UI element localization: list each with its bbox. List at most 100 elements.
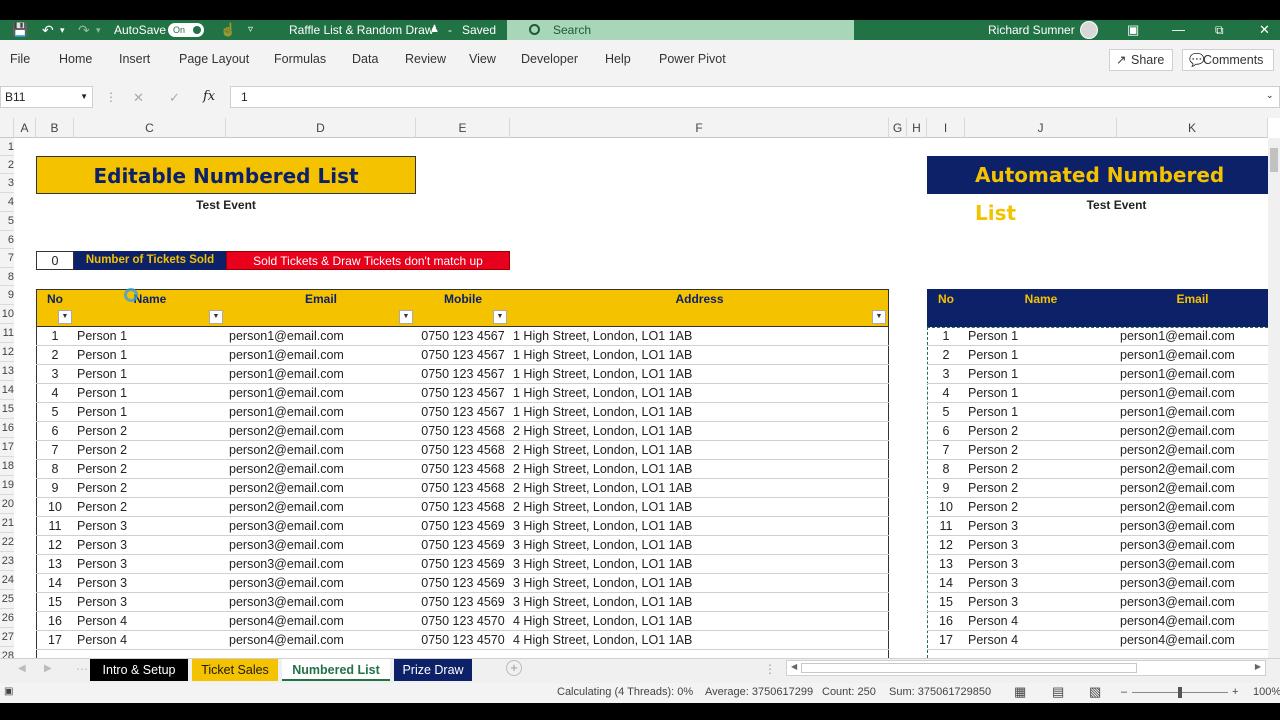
right-cell-no[interactable]: 4 — [927, 384, 965, 403]
right-header-name[interactable]: Name — [965, 292, 1117, 306]
expand-formula-bar-icon[interactable]: ⌄ — [1266, 90, 1274, 101]
column-header-j[interactable]: J — [965, 118, 1117, 138]
header-no[interactable]: No — [36, 292, 74, 306]
row-header[interactable]: 6 — [0, 231, 14, 249]
left-event-name[interactable]: Test Event — [36, 196, 416, 215]
cell-mobile[interactable]: 0750 123 4567 — [416, 384, 510, 403]
ribbon-display-icon[interactable]: ▣ — [1127, 20, 1139, 40]
row-header[interactable]: 2 — [0, 156, 14, 174]
cell-address[interactable]: 2 High Street, London, LO1 1AB — [510, 479, 889, 498]
cell-email[interactable]: person2@email.com — [226, 422, 416, 441]
right-cell-email[interactable]: person3@email.com — [1117, 593, 1268, 612]
cell-address[interactable]: 2 High Street, London, LO1 1AB — [510, 498, 889, 517]
row-header[interactable]: 9 — [0, 286, 14, 305]
right-cell-name[interactable]: Person 2 — [965, 460, 1117, 479]
right-cell-no[interactable]: 6 — [927, 422, 965, 441]
cell-no[interactable]: 9 — [36, 479, 74, 498]
row-header[interactable]: 16 — [0, 419, 14, 438]
sheet-tab-intro-setup[interactable]: Intro & Setup — [90, 659, 188, 681]
cell-email[interactable]: person3@email.com — [226, 555, 416, 574]
cell-no[interactable]: 3 — [36, 365, 74, 384]
cell-name[interactable]: Person 3 — [74, 536, 226, 555]
cell-name[interactable]: Person 1 — [74, 365, 226, 384]
row-header[interactable]: 17 — [0, 438, 14, 457]
right-cell-email[interactable]: person2@email.com — [1117, 479, 1268, 498]
save-icon[interactable]: 💾 — [12, 20, 28, 40]
right-cell-email[interactable]: person1@email.com — [1117, 403, 1268, 422]
right-cell-email[interactable]: person2@email.com — [1117, 422, 1268, 441]
right-cell-name[interactable]: Person 1 — [965, 327, 1117, 346]
right-cell-no[interactable]: 3 — [927, 365, 965, 384]
row-header[interactable]: 11 — [0, 324, 14, 343]
prev-sheet-icon[interactable]: ◀ — [18, 663, 26, 674]
cell-mobile[interactable]: 0750 123 4568 — [416, 479, 510, 498]
right-cell-no[interactable]: 11 — [927, 517, 965, 536]
tab-review[interactable]: Review — [405, 52, 446, 66]
row-header[interactable]: 13 — [0, 362, 14, 381]
zoom-slider[interactable] — [1132, 687, 1228, 698]
cell-mobile[interactable]: 0750 123 4569 — [416, 574, 510, 593]
scroll-right-icon[interactable]: ▶ — [1255, 662, 1261, 671]
cell-address[interactable]: 4 High Street, London, LO1 1AB — [510, 631, 889, 650]
right-cell-name[interactable]: Person 1 — [965, 365, 1117, 384]
cell-no[interactable]: 6 — [36, 422, 74, 441]
cell-address[interactable]: 3 High Street, London, LO1 1AB — [510, 574, 889, 593]
cell-address[interactable]: 2 High Street, London, LO1 1AB — [510, 441, 889, 460]
right-cell-no[interactable]: 10 — [927, 498, 965, 517]
right-cell-email[interactable]: person3@email.com — [1117, 574, 1268, 593]
cell-mobile[interactable]: 0750 123 4570 — [416, 612, 510, 631]
sheet-tab-prize-draw[interactable]: Prize Draw — [394, 659, 472, 681]
cell-address[interactable]: 3 High Street, London, LO1 1AB — [510, 555, 889, 574]
column-header-e[interactable]: E — [416, 118, 510, 138]
tab-developer[interactable]: Developer — [521, 52, 578, 66]
right-cell-name[interactable]: Person 4 — [965, 631, 1117, 650]
column-header-b[interactable]: B — [36, 118, 74, 138]
minimize-icon[interactable]: — — [1172, 20, 1185, 40]
right-cell-no[interactable]: 8 — [927, 460, 965, 479]
row-header[interactable]: 1 — [0, 138, 14, 156]
user-name[interactable]: Richard Sumner — [988, 20, 1075, 40]
right-cell-name[interactable]: Person 3 — [965, 517, 1117, 536]
row-header[interactable]: 26 — [0, 609, 14, 628]
customize-qat-icon[interactable]: ▿ — [248, 20, 253, 40]
cell-mobile[interactable]: 0750 123 4568 — [416, 422, 510, 441]
next-sheet-icon[interactable]: ▶ — [44, 663, 52, 674]
row-header[interactable]: 14 — [0, 381, 14, 400]
zoom-level[interactable]: 100% — [1253, 686, 1280, 698]
right-cell-name[interactable]: Person 2 — [965, 498, 1117, 517]
tab-home[interactable]: Home — [59, 52, 92, 66]
right-cell-name[interactable]: Person 1 — [965, 403, 1117, 422]
name-box[interactable]: B11 ▼ — [0, 86, 93, 108]
name-box-dropdown-icon[interactable]: ▼ — [80, 87, 88, 107]
cell-no[interactable]: 13 — [36, 555, 74, 574]
right-cell-name[interactable]: Person 1 — [965, 346, 1117, 365]
tab-formulas[interactable]: Formulas — [274, 52, 326, 66]
header-address[interactable]: Address — [510, 292, 889, 306]
cell-name[interactable]: Person 2 — [74, 479, 226, 498]
cell-name[interactable]: Person 2 — [74, 441, 226, 460]
cell-name[interactable]: Person 3 — [74, 555, 226, 574]
user-avatar[interactable] — [1080, 21, 1098, 39]
row-header[interactable]: 15 — [0, 400, 14, 419]
row-header[interactable]: 23 — [0, 552, 14, 571]
cell-mobile[interactable]: 0750 123 4570 — [416, 631, 510, 650]
right-cell-name[interactable]: Person 3 — [965, 574, 1117, 593]
undo-dropdown-icon[interactable]: ▾ — [60, 20, 65, 40]
column-header-k[interactable]: K — [1117, 118, 1268, 138]
sheet-list-icon[interactable]: ⋯ — [76, 662, 88, 676]
cell-address[interactable]: 4 High Street, London, LO1 1AB — [510, 612, 889, 631]
row-header[interactable]: 19 — [0, 476, 14, 495]
right-cell-no[interactable]: 5 — [927, 403, 965, 422]
right-cell-email[interactable]: person1@email.com — [1117, 365, 1268, 384]
filter-name-icon[interactable]: ▼ — [209, 310, 223, 324]
cell-name[interactable]: Person 1 — [74, 403, 226, 422]
cell-no[interactable]: 14 — [36, 574, 74, 593]
filter-mobile-icon[interactable]: ▼ — [493, 310, 507, 324]
cell-no[interactable]: 15 — [36, 593, 74, 612]
cell-name[interactable]: Person 2 — [74, 422, 226, 441]
tickets-sold-label[interactable]: Number of Tickets Sold — [74, 251, 226, 270]
column-header-h[interactable]: H — [907, 118, 927, 138]
mismatch-warning[interactable]: Sold Tickets & Draw Tickets don't match … — [226, 251, 510, 270]
zoom-out-icon[interactable]: – — [1121, 686, 1127, 698]
horizontal-scrollbar[interactable]: ◀ ▶ — [786, 660, 1266, 676]
